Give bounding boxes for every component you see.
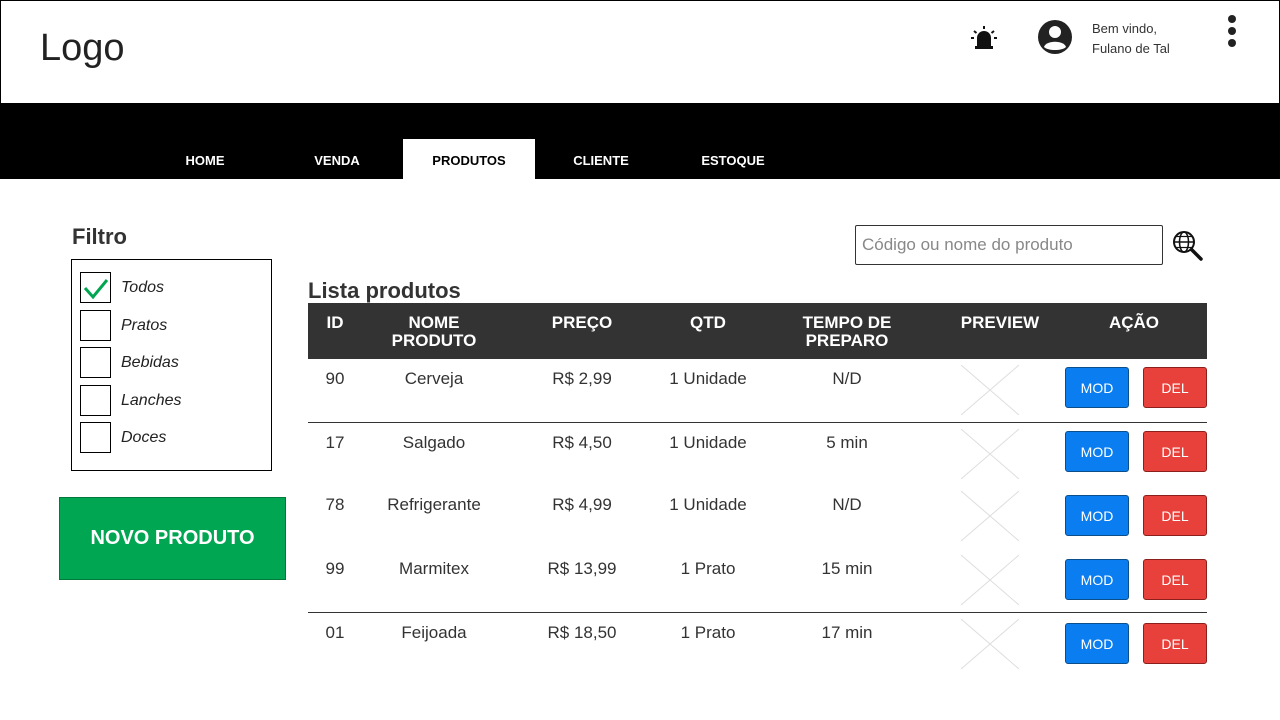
image-placeholder-icon [961, 555, 1019, 605]
cell-id: 99 [325, 559, 345, 578]
del-button[interactable]: DEL [1143, 495, 1207, 536]
logo: Logo [40, 27, 125, 69]
cell-qty: 1 Unidade [669, 369, 747, 388]
cell-price: R$ 2,99 [552, 369, 612, 388]
cell-id: 17 [325, 433, 345, 452]
welcome-line: Bem vindo, [1092, 21, 1158, 36]
cell-qty: 1 Prato [680, 559, 736, 578]
cell-id: 78 [325, 495, 345, 514]
filter-option-doces[interactable]: Doces [80, 422, 166, 453]
cell-time: N/D [832, 495, 862, 514]
tab-produtos[interactable]: PRODUTOS [403, 139, 535, 179]
filter-option-bebidas[interactable]: Bebidas [80, 347, 179, 378]
table-row: 99 Marmitex R$ 13,99 1 Prato 15 min MOD … [308, 549, 1207, 613]
cell-name: Cerveja [404, 369, 464, 388]
cell-price: R$ 4,99 [552, 495, 612, 514]
cell-qty: 1 Prato [680, 623, 736, 642]
filter-label: Lanches [121, 391, 182, 409]
image-placeholder-icon [961, 429, 1019, 479]
del-button[interactable]: DEL [1143, 623, 1207, 664]
filter-label: Todos [121, 278, 164, 296]
mod-button[interactable]: MOD [1065, 495, 1129, 536]
filter-panel: Todos Pratos Bebidas Lanches Doces [71, 259, 272, 471]
column-header-time: TEMPO DE PREPARO [802, 313, 892, 350]
filter-option-todos[interactable]: Todos [80, 272, 164, 303]
checkbox-doces[interactable] [80, 422, 111, 453]
checkbox-pratos[interactable] [80, 310, 111, 341]
table-row: 90 Cerveja R$ 2,99 1 Unidade N/D MOD DEL [308, 359, 1207, 423]
filter-option-pratos[interactable]: Pratos [80, 310, 167, 341]
app: Logo Bem vindo, Fulano de Tal HOME VENDA… [0, 0, 1280, 720]
cell-name: Refrigerante [387, 495, 481, 514]
cell-name: Feijoada [401, 623, 467, 642]
alarm-icon[interactable] [971, 25, 997, 51]
cell-price: R$ 13,99 [547, 559, 617, 578]
image-placeholder-icon [961, 365, 1019, 415]
kebab-menu-icon[interactable] [1222, 13, 1242, 53]
cell-qty: 1 Unidade [669, 433, 747, 452]
tab-estoque[interactable]: ESTOQUE [667, 139, 799, 179]
table-row: 78 Refrigerante R$ 4,99 1 Unidade N/D MO… [308, 485, 1207, 549]
user-name: Fulano de Tal [1092, 41, 1170, 56]
mod-button[interactable]: MOD [1065, 431, 1129, 472]
cell-price: R$ 18,50 [547, 623, 617, 642]
check-icon [83, 279, 109, 300]
column-header-preview: PREVIEW [960, 313, 1040, 332]
cell-name: Marmitex [399, 559, 469, 578]
mod-button[interactable]: MOD [1065, 623, 1129, 664]
column-header-action: AÇÃO [1108, 313, 1160, 332]
table-row: 01 Feijoada R$ 18,50 1 Prato 17 min MOD … [308, 612, 1207, 676]
cell-time: N/D [832, 369, 862, 388]
checkbox-bebidas[interactable] [80, 347, 111, 378]
tab-home[interactable]: HOME [139, 139, 271, 179]
filter-title: Filtro [72, 224, 127, 249]
tab-venda[interactable]: VENDA [271, 139, 403, 179]
list-title: Lista produtos [308, 278, 461, 303]
filter-option-lanches[interactable]: Lanches [80, 385, 182, 416]
del-button[interactable]: DEL [1143, 559, 1207, 600]
cell-time: 17 min [821, 623, 873, 642]
new-product-button[interactable]: NOVO PRODUTO [59, 497, 286, 580]
table-header: ID NOME PRODUTO PREÇO QTD TEMPO DE PREPA… [308, 303, 1207, 359]
checkbox-lanches[interactable] [80, 385, 111, 416]
cell-id: 01 [325, 623, 345, 642]
welcome-text: Bem vindo, Fulano de Tal [1092, 19, 1170, 59]
header: Logo Bem vindo, Fulano de Tal [0, 0, 1280, 104]
del-button[interactable]: DEL [1143, 367, 1207, 408]
cell-name: Salgado [402, 433, 466, 452]
checkbox-todos[interactable] [80, 272, 111, 303]
column-header-qty: QTD [690, 313, 726, 332]
column-header-price: PREÇO [551, 313, 613, 332]
cell-time: 15 min [821, 559, 873, 578]
mod-button[interactable]: MOD [1065, 559, 1129, 600]
table-row: 17 Salgado R$ 4,50 1 Unidade 5 min MOD D… [308, 422, 1207, 486]
image-placeholder-icon [961, 491, 1019, 541]
mod-button[interactable]: MOD [1065, 367, 1129, 408]
cell-time: 5 min [826, 433, 868, 452]
nav-tabs: HOME VENDA PRODUTOS CLIENTE ESTOQUE [139, 139, 799, 179]
filter-label: Pratos [121, 316, 168, 334]
account-circle-icon[interactable] [1036, 18, 1074, 56]
cell-id: 90 [325, 369, 345, 388]
search-input[interactable] [855, 225, 1163, 265]
image-placeholder-icon [961, 619, 1019, 669]
filter-label: Doces [121, 428, 167, 446]
column-header-id: ID [326, 313, 344, 332]
cell-price: R$ 4,50 [552, 433, 612, 452]
column-header-name: NOME PRODUTO [391, 313, 477, 350]
del-button[interactable]: DEL [1143, 431, 1207, 472]
globe-search-icon[interactable] [1171, 229, 1203, 261]
cell-qty: 1 Unidade [669, 495, 747, 514]
tab-cliente[interactable]: CLIENTE [535, 139, 667, 179]
filter-label: Bebidas [121, 353, 179, 371]
